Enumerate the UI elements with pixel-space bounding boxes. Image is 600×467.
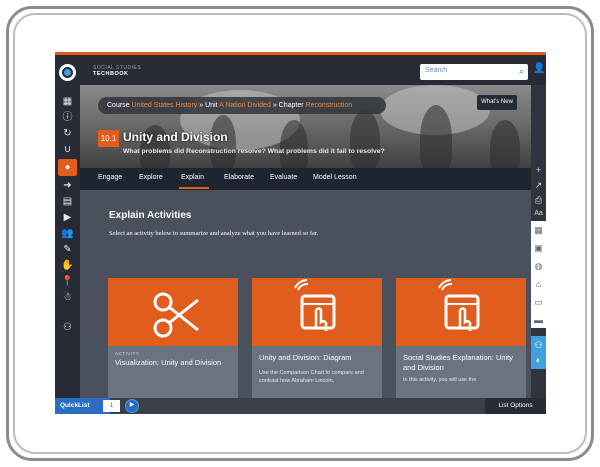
pin-icon[interactable]: 📍: [61, 275, 74, 288]
magnet-icon[interactable]: ∪: [61, 143, 74, 156]
activity-card[interactable]: ACTIVITY Visualization: Unity and Divisi…: [108, 278, 238, 398]
user-icon[interactable]: 👤: [533, 63, 545, 74]
group-icon[interactable]: ⚇: [61, 321, 74, 334]
interactive-touch-icon: [438, 279, 480, 331]
card-title[interactable]: Unity and Division: Diagram: [259, 353, 377, 363]
breadcrumb-course-link[interactable]: United States History: [132, 102, 198, 109]
toggle-icon[interactable]: ◐: [531, 353, 546, 367]
hero-figure: [280, 120, 308, 173]
library-icon[interactable]: ⌂: [531, 277, 546, 291]
video-icon[interactable]: ▶: [61, 211, 74, 224]
right-tool-rail: + ↗ ⎙ Aa ▦ ▣ ◍ ⌂ ▭ ▬ ⚇ ◐: [531, 85, 546, 398]
app-header: SOCIAL STUDIES TECHBOOK Search ⌕ 👤: [80, 55, 546, 85]
breadcrumb: Course United States History » Unit A Na…: [98, 97, 386, 114]
card-thumbnail: [252, 278, 382, 346]
active-tab-indicator: [179, 187, 209, 189]
globe-icon[interactable]: ◍: [531, 259, 546, 273]
tab-engage[interactable]: Engage: [98, 174, 122, 181]
quicklist-button[interactable]: QuickList: [55, 398, 110, 414]
forward-icon[interactable]: ➜: [61, 179, 74, 192]
activity-card[interactable]: Unity and Division: Diagram Use the Comp…: [252, 278, 382, 398]
breadcrumb-chapter-link[interactable]: Reconstruction: [306, 102, 353, 109]
font-size-icon[interactable]: Aa: [531, 207, 546, 221]
main-content: Explain Activities Select an activity be…: [80, 190, 531, 398]
book-icon[interactable]: ▣: [531, 241, 546, 255]
section-description: Select an activity below to summarize an…: [109, 230, 319, 237]
tab-explain[interactable]: Explain: [181, 174, 204, 181]
lesson-title: Unity and Division: [123, 130, 228, 144]
tool-panel: ▦ ▣ ◍ ⌂ ▭ ▬: [531, 221, 546, 328]
tab-elaborate[interactable]: Elaborate: [224, 174, 254, 181]
lesson-number-badge: 10.1: [98, 130, 119, 147]
calendar-icon[interactable]: ▦: [531, 223, 546, 237]
discovery-logo-icon[interactable]: [59, 64, 76, 81]
tab-evaluate[interactable]: Evaluate: [270, 174, 297, 181]
monitor-icon[interactable]: ▬: [531, 313, 546, 327]
interactive-touch-icon: [294, 279, 336, 331]
search-box[interactable]: Search ⌕: [420, 64, 528, 80]
tab-explore[interactable]: Explore: [139, 174, 163, 181]
search-input[interactable]: Search: [425, 67, 447, 74]
edit-icon[interactable]: ✎: [61, 243, 74, 256]
app-screen: ▦ ⓘ ↻ ∪ ● ➜ ▤ ▶ 👥 ✎ ✋ 📍 ☃ ⚇ SOCIAL STUDI…: [55, 52, 546, 414]
tab-model-lesson[interactable]: Model Lesson: [313, 174, 357, 181]
list-options-button[interactable]: List Options: [485, 398, 546, 414]
share-icon[interactable]: ↗: [531, 178, 546, 192]
card-kicker: ACTIVITY: [115, 351, 140, 356]
hand-icon[interactable]: ✋: [61, 259, 74, 272]
left-sidebar: ▦ ⓘ ↻ ∪ ● ➜ ▤ ▶ 👥 ✎ ✋ 📍 ☃ ⚇: [55, 55, 80, 398]
lesson-tabs: Engage Explore Explain Elaborate Evaluat…: [80, 168, 531, 190]
breadcrumb-label: Course: [107, 102, 130, 109]
document-icon[interactable]: ▤: [61, 195, 74, 208]
breadcrumb-unit-link[interactable]: A Nation Divided: [219, 102, 271, 109]
card-thumbnail: [396, 278, 526, 346]
activity-card[interactable]: Social Studies Explanation: Unity and Di…: [396, 278, 526, 398]
calendar-icon[interactable]: ▦: [61, 95, 74, 108]
info-icon[interactable]: ⓘ: [61, 111, 74, 124]
zoom-in-icon[interactable]: +: [531, 163, 546, 177]
card-description: In this activity, you will use the: [403, 377, 477, 383]
whats-new-button[interactable]: What's New: [477, 95, 517, 110]
breadcrumb-label: Chapter: [278, 102, 304, 109]
quicklist-count: 1: [103, 400, 120, 412]
tool-panel-active: ⚇ ◐: [531, 336, 546, 369]
breadcrumb-label: Unit: [205, 102, 218, 109]
bottom-bar: QuickList 1 ▶ List Options: [55, 398, 546, 414]
card-description: Use the Comparison Chart to compare and …: [259, 370, 364, 384]
lightbulb-icon[interactable]: ●: [58, 159, 77, 176]
card-title[interactable]: Visualization: Unity and Division: [115, 358, 233, 368]
hero-figure: [420, 105, 452, 173]
notes-icon[interactable]: ▭: [531, 295, 546, 309]
scissors-icon: [153, 292, 199, 338]
section-title: Explain Activities: [109, 210, 192, 221]
play-icon[interactable]: ▶: [125, 399, 139, 413]
card-thumbnail: [108, 278, 238, 346]
card-title[interactable]: Social Studies Explanation: Unity and Di…: [403, 353, 521, 373]
people-icon[interactable]: 👥: [61, 227, 74, 240]
print-icon[interactable]: ⎙: [531, 193, 546, 207]
brand-line-2: TECHBOOK: [93, 71, 129, 77]
refresh-icon[interactable]: ↻: [61, 127, 74, 140]
presenter-icon[interactable]: ☃: [61, 291, 74, 304]
lesson-subtitle: What problems did Reconstruction resolve…: [123, 148, 385, 155]
hero-figure: [490, 120, 520, 173]
search-icon[interactable]: ⌕: [519, 66, 524, 77]
lesson-hero: Course United States History » Unit A Na…: [80, 85, 531, 173]
hero-figure: [350, 110, 380, 170]
collaborate-icon[interactable]: ⚇: [531, 338, 546, 352]
